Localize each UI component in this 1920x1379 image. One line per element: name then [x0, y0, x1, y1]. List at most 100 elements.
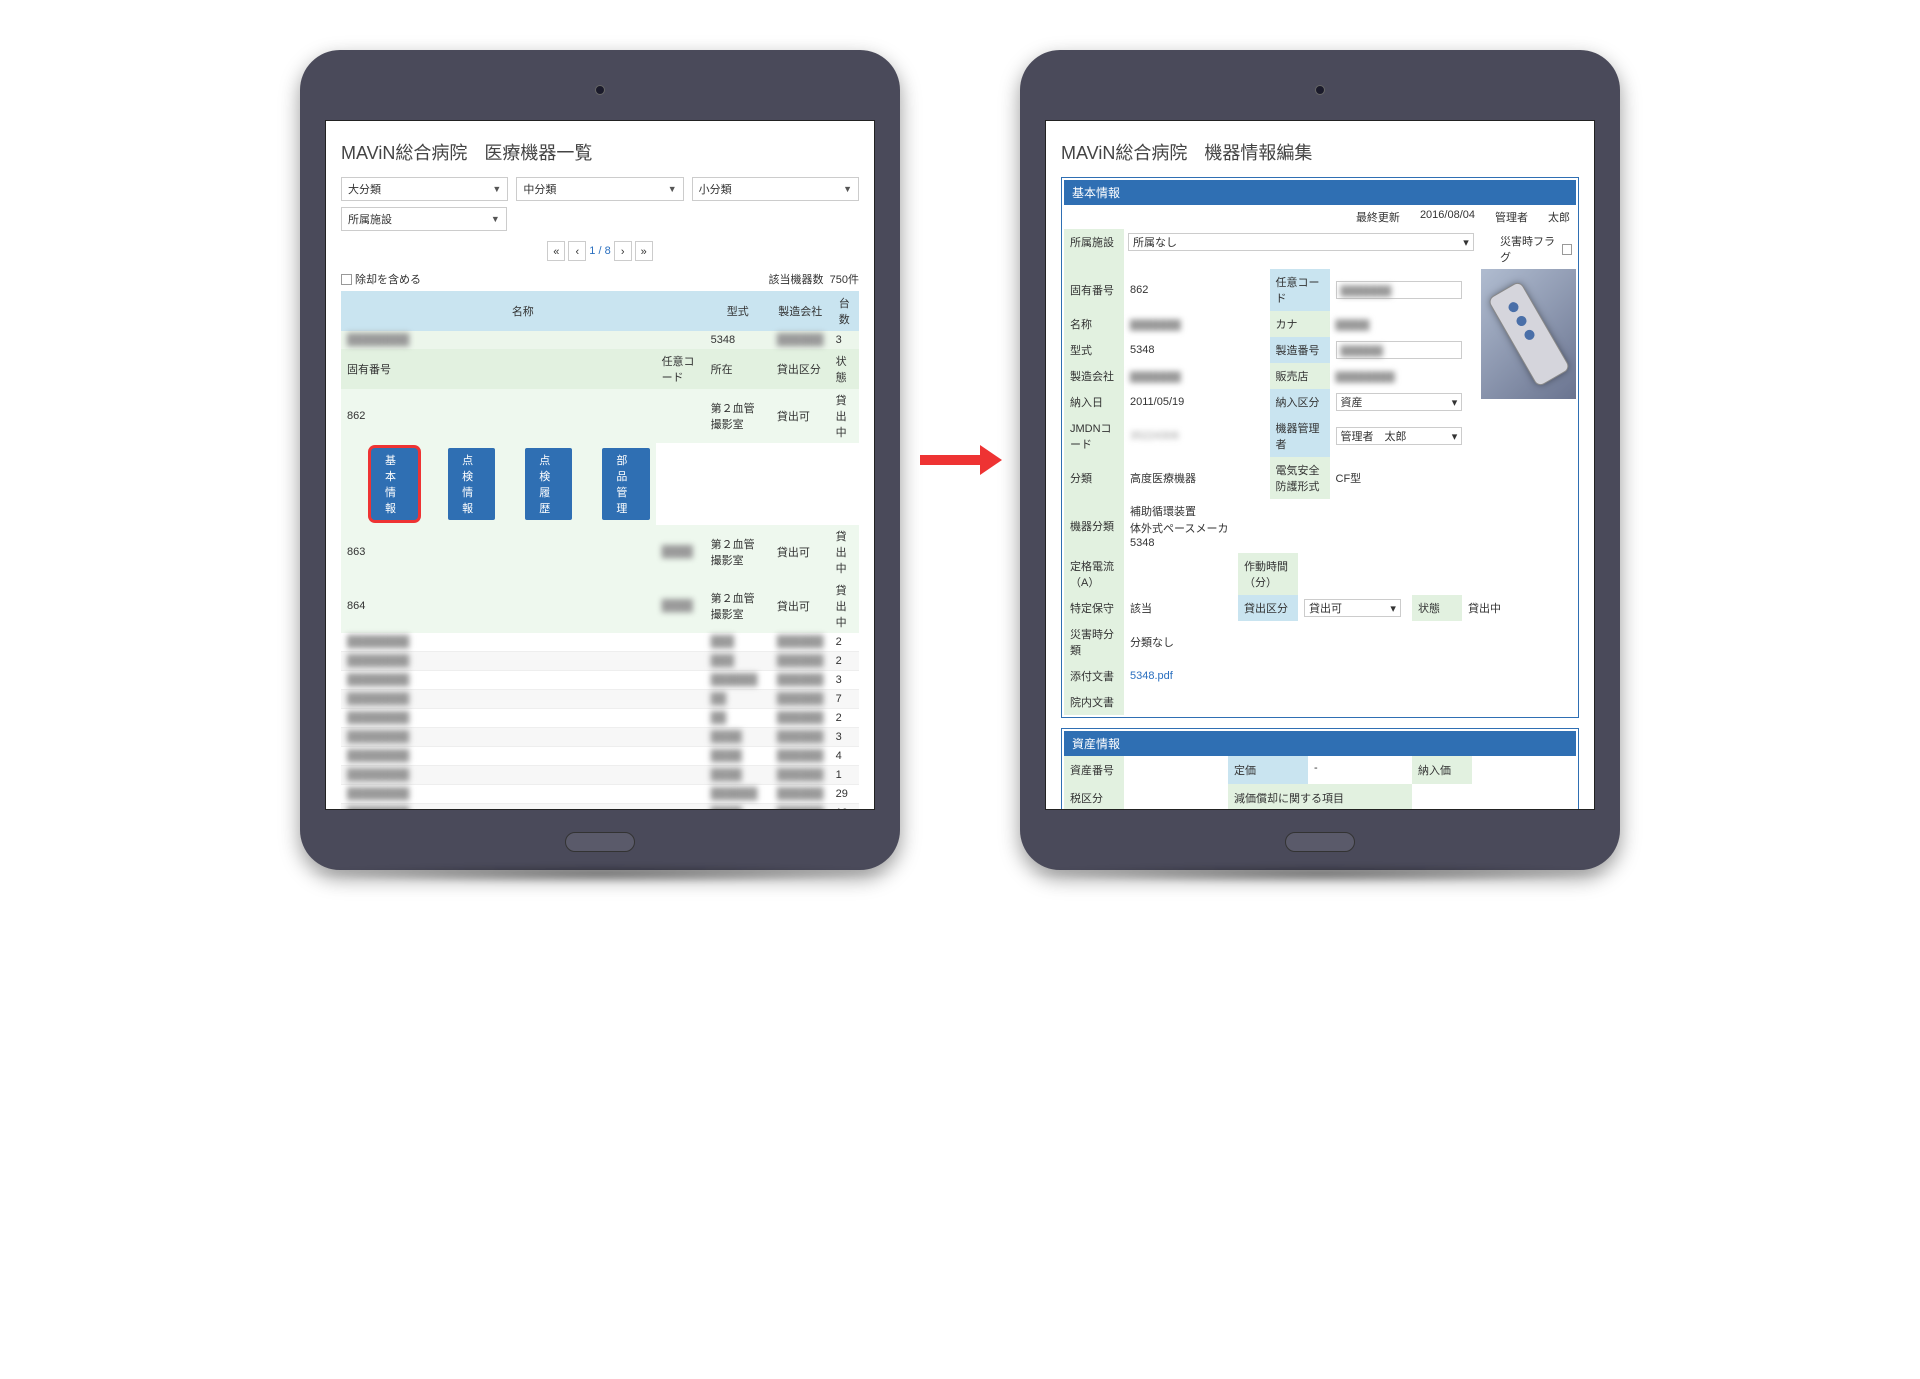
pager-next[interactable]: ›: [614, 241, 632, 261]
last-update-label: 最終更新: [1356, 209, 1400, 225]
serial-label: 製造番号: [1270, 337, 1330, 363]
parts-button[interactable]: 部品管理: [602, 448, 649, 520]
jmdn-value: 35224306: [1130, 430, 1179, 442]
runtime-label: 作動時間（分）: [1238, 553, 1298, 595]
inspection-history-button[interactable]: 点検履歴: [525, 448, 572, 520]
serial-input[interactable]: ▇▇▇▇▇: [1336, 341, 1463, 359]
runtime-value: [1298, 553, 1576, 595]
internal-doc-label: 院内文書: [1064, 689, 1124, 715]
product-row[interactable]: █████████████████2: [341, 652, 859, 671]
select-middle[interactable]: 中分類▼: [516, 177, 683, 201]
col-name: 名称: [341, 291, 705, 331]
product-row[interactable]: ████████ 5348 ██████ 3: [341, 331, 859, 349]
device-admin-select[interactable]: 管理者 太郎▾: [1336, 427, 1463, 445]
section-header-asset: 資産情報: [1064, 731, 1576, 756]
pager-last[interactable]: »: [635, 241, 653, 261]
product-row[interactable]: ████████████████2: [341, 709, 859, 728]
deliv-price-label: 納入価: [1412, 756, 1472, 784]
product-row[interactable]: ██████████████████4: [341, 747, 859, 766]
basic-info-button[interactable]: 基本情報: [371, 448, 418, 520]
product-row[interactable]: ██████████████████3: [341, 728, 859, 747]
tax-value: [1124, 784, 1228, 810]
action-row: 基本情報 点検情報 点検履歴 部品管理: [341, 443, 859, 525]
price-label: 定価: [1228, 756, 1308, 784]
product-row[interactable]: ████████████████████29: [341, 785, 859, 804]
product-row[interactable]: ████████████████7: [341, 690, 859, 709]
maker-label: 製造会社: [1064, 363, 1124, 389]
col-model: 型式: [705, 291, 771, 331]
col-lend: 貸出区分: [771, 349, 830, 389]
unit-row[interactable]: 862第２血管撮影室貸出可貸出中: [341, 389, 859, 443]
select-minor[interactable]: 小分類▼: [692, 177, 859, 201]
page-title: MAViN総合病院 医療機器一覧: [341, 139, 859, 165]
product-row[interactable]: ████████████████████3: [341, 671, 859, 690]
delivery-type-select[interactable]: 資産▾: [1336, 393, 1463, 411]
model-value: 5348: [1124, 337, 1270, 363]
attachment-link[interactable]: 5348.pdf: [1130, 670, 1173, 682]
optcode-input[interactable]: ▇▇▇▇▇▇: [1336, 281, 1463, 299]
lend-select[interactable]: 貸出可▾: [1304, 599, 1401, 617]
screen-left: MAViN総合病院 医療機器一覧 大分類▼ 中分類▼ 小分類▼ 所属施設▼ « …: [325, 120, 875, 810]
pager-current: 1 / 8: [589, 241, 610, 261]
select-major[interactable]: 大分類▼: [341, 177, 508, 201]
optcode-label: 任意コード: [1270, 269, 1330, 311]
last-update-value: 2016/08/04: [1420, 209, 1475, 225]
device-admin-label: 機器管理者: [1270, 415, 1330, 457]
admin-label: 管理者: [1495, 209, 1528, 225]
col-location: 所在: [705, 349, 771, 389]
class-value: 高度医療機器: [1124, 457, 1270, 499]
internal-doc-value: [1124, 689, 1576, 715]
home-button-icon[interactable]: [565, 832, 635, 852]
col-id: 固有番号: [341, 349, 656, 389]
maker-value: ▇▇▇▇▇▇: [1130, 370, 1181, 383]
model-label: 型式: [1064, 337, 1124, 363]
device-table: 名称 型式 製造会社 台数 ████████ 5348 ██████ 3 固有番…: [341, 291, 859, 810]
depr-value: [1412, 784, 1576, 810]
disaster-class-label: 災害時分類: [1064, 621, 1124, 663]
product-row[interactable]: ██████████████████10: [341, 804, 859, 811]
depr-label: 減価償却に関する項目: [1228, 784, 1412, 810]
inspection-info-button[interactable]: 点検情報: [448, 448, 495, 520]
facility-select[interactable]: 所属なし▾: [1128, 233, 1474, 251]
state-value: 貸出中: [1462, 595, 1576, 621]
select-facility[interactable]: 所属施設▼: [341, 207, 507, 231]
pager-prev[interactable]: ‹: [568, 241, 586, 261]
elec-label: 電気安全防護形式: [1270, 457, 1330, 499]
arrow-icon: [920, 455, 1000, 465]
disaster-flag-checkbox[interactable]: [1562, 244, 1572, 255]
col-qty: 台数: [830, 291, 859, 331]
price-value: -: [1308, 756, 1412, 784]
home-button-icon[interactable]: [1285, 832, 1355, 852]
deliv-price-value: [1472, 756, 1576, 784]
delivery-date-label: 納入日: [1064, 389, 1124, 415]
disaster-flag-label: 災害時フラグ: [1500, 233, 1559, 265]
tablet-right: MAViN総合病院 機器情報編集 基本情報 最終更新 2016/08/04 管理…: [1020, 50, 1620, 870]
product-row[interactable]: ██████████████████1: [341, 766, 859, 785]
chevron-down-icon: ▼: [491, 214, 500, 224]
product-row[interactable]: █████████████████2: [341, 633, 859, 652]
kana-label: カナ: [1270, 311, 1330, 337]
maint-label: 特定保守: [1064, 595, 1124, 621]
asset-info-section: 資産情報 資産番号 定価 - 納入価 税区分 減価償却に関する項目 廃棄日: [1061, 728, 1579, 810]
screen-right: MAViN総合病院 機器情報編集 基本情報 最終更新 2016/08/04 管理…: [1045, 120, 1595, 810]
result-count: 該当機器数 750件: [769, 271, 859, 287]
admin-value: 太郎: [1548, 209, 1570, 225]
unit-row[interactable]: 863████第２血管撮影室貸出可貸出中: [341, 525, 859, 579]
elec-value: CF型: [1330, 457, 1476, 499]
col-state: 状態: [830, 349, 859, 389]
camera-icon: [1315, 85, 1325, 95]
section-header-basic: 基本情報: [1064, 180, 1576, 205]
delivery-date-value: 2011/05/19: [1124, 389, 1270, 415]
device-class-label: 機器分類: [1064, 499, 1124, 553]
asset-num-label: 資産番号: [1064, 756, 1124, 784]
dealer-value: ▇▇▇▇▇▇▇: [1336, 370, 1395, 383]
camera-icon: [595, 85, 605, 95]
asset-num-value: [1124, 756, 1228, 784]
page-title: MAViN総合病院 機器情報編集: [1061, 139, 1579, 165]
lend-label: 貸出区分: [1238, 595, 1298, 621]
include-disposed-checkbox[interactable]: 除却を含める: [341, 271, 421, 287]
unit-row[interactable]: 864████第２血管撮影室貸出可貸出中: [341, 579, 859, 633]
name-value: ▇▇▇▇▇▇: [1130, 318, 1181, 331]
pager-first[interactable]: «: [547, 241, 565, 261]
dealer-label: 販売店: [1270, 363, 1330, 389]
